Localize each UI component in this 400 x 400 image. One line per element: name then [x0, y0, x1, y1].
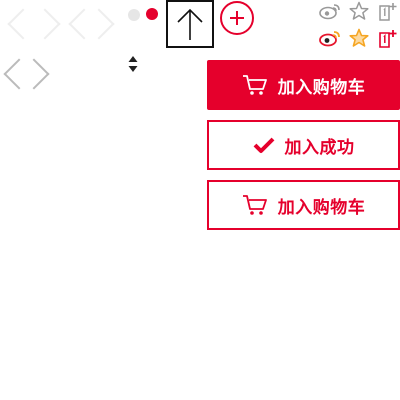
- weibo-icon[interactable]: [319, 0, 341, 22]
- check-icon: [253, 137, 274, 153]
- cart-icon-outline: [242, 195, 267, 215]
- add-to-cart-outline-label: 加入购物车: [277, 197, 366, 217]
- star-icon[interactable]: [348, 0, 370, 22]
- back-to-top-button[interactable]: [166, 0, 214, 48]
- share-icons-gray: [319, 0, 399, 22]
- add-to-cart-button[interactable]: 加入购物车: [207, 60, 400, 110]
- plus-circle-icon: [230, 11, 244, 25]
- pagination-dot-active[interactable]: [146, 8, 158, 20]
- arrow-up-icon: [177, 8, 203, 40]
- add-success-button[interactable]: 加入成功: [207, 120, 400, 170]
- star-icon-colored[interactable]: [348, 27, 370, 49]
- cart-icon: [242, 75, 267, 95]
- add-to-cart-label: 加入购物车: [277, 77, 366, 97]
- pagination-dot-inactive[interactable]: [128, 9, 140, 21]
- share-icons-colored: [319, 27, 399, 49]
- weibo-icon-colored[interactable]: [319, 27, 341, 49]
- add-button[interactable]: [220, 1, 254, 35]
- add-success-label: 加入成功: [284, 137, 355, 157]
- icon-sprite-sheet: 加入购物车 加入成功 加入购物车: [0, 0, 400, 400]
- share-page-icon[interactable]: [377, 0, 399, 22]
- sort-icon[interactable]: [127, 55, 139, 73]
- add-to-cart-outline-button[interactable]: 加入购物车: [207, 180, 400, 230]
- share-page-icon-colored[interactable]: [377, 27, 399, 49]
- chevron-right-icon[interactable]: [29, 8, 61, 40]
